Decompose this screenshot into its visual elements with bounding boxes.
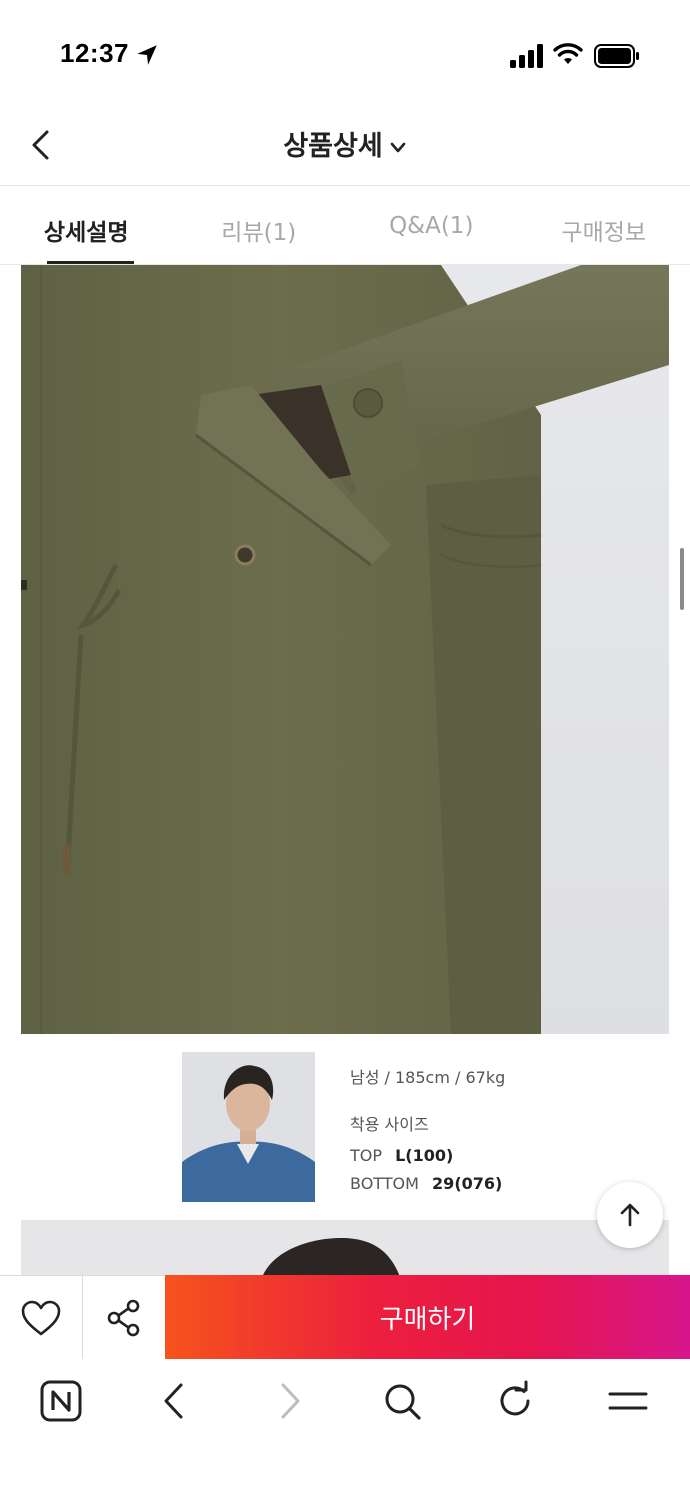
fit-size-heading: 착용 사이즈 [350,1115,429,1134]
tab-description[interactable]: 상세설명 [0,187,173,264]
page-title: 상품상세 [283,131,383,162]
status-time: 12:37 [60,38,129,68]
reload-icon[interactable] [493,1379,537,1423]
size-value: L(100) [395,1146,454,1165]
cellular-signal-icon [510,44,543,68]
detail-tabs: 상세설명 리뷰(1) Q&A(1) 구매정보 [0,187,690,265]
model-stats: 남성 / 185cm / 67kg [350,1068,506,1087]
chevron-down-icon [390,142,405,152]
size-label: BOTTOM [350,1174,419,1193]
product-detail-image-next [21,1220,669,1280]
naver-home-icon[interactable] [39,1379,83,1423]
size-value: 29(076) [432,1174,503,1193]
location-arrow-icon [137,45,157,65]
browser-toolbar [0,1359,690,1500]
forward-icon[interactable] [267,1379,311,1423]
page-title-dropdown[interactable]: 상품상세 [0,124,690,163]
page-header: 상품상세 [0,100,690,186]
share-icon [107,1299,140,1336]
scroll-indicator[interactable] [680,548,684,610]
fit-size-bottom: BOTTOM 29(076) [350,1174,502,1193]
size-label: TOP [350,1146,383,1165]
scroll-top-button[interactable] [597,1182,663,1248]
search-icon[interactable] [380,1379,424,1423]
wifi-icon [553,43,583,64]
battery-icon [594,44,639,68]
arrow-up-icon [620,1203,640,1227]
status-bar: 12:37 [0,0,690,100]
tab-reviews[interactable]: 리뷰(1) [173,187,346,264]
buy-button[interactable]: 구매하기 [165,1275,690,1359]
tab-qna[interactable]: Q&A(1) [345,187,518,264]
menu-icon[interactable] [606,1379,650,1423]
product-detail-image [21,265,669,1034]
tab-purchase-info[interactable]: 구매정보 [518,187,690,264]
heart-icon [21,1300,61,1335]
model-photo [182,1052,315,1202]
share-button[interactable] [83,1276,165,1359]
back-icon[interactable] [153,1379,197,1423]
like-button[interactable] [0,1276,83,1359]
fit-size-top: TOP L(100) [350,1146,453,1165]
purchase-action-bar: 구매하기 [0,1275,690,1359]
